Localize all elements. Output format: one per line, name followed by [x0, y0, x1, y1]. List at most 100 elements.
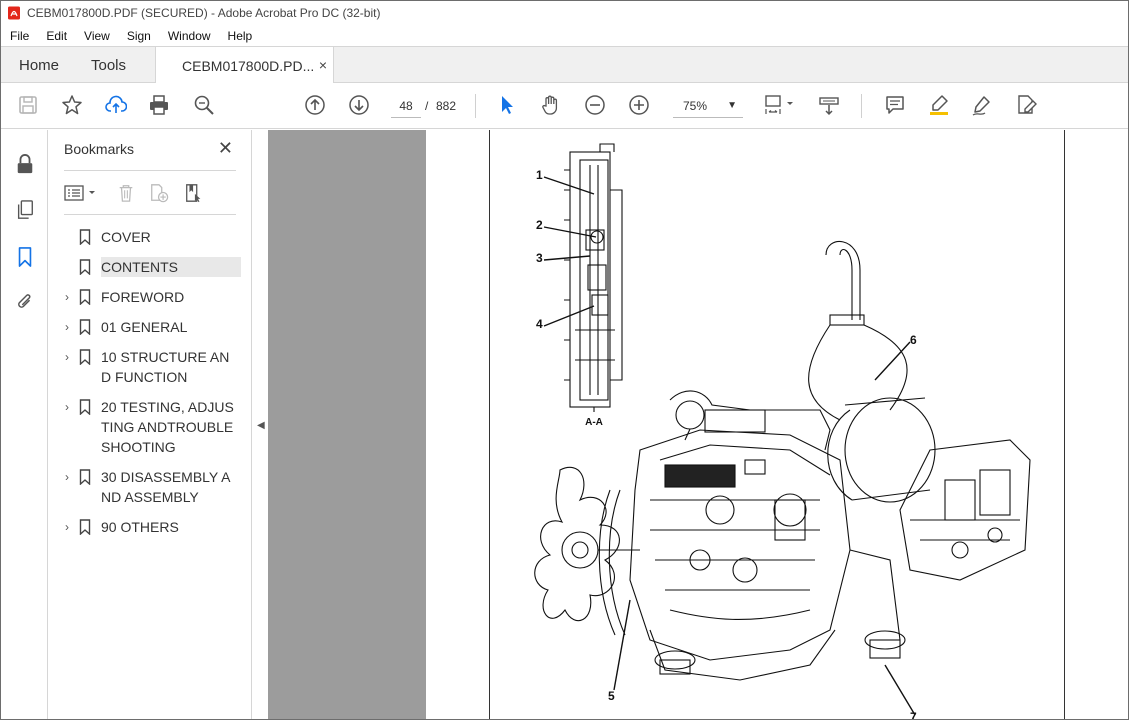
document-view[interactable]: A-A 1 2 3 4 5 6 7 — [268, 130, 1128, 720]
callout-5: 5 — [608, 689, 615, 703]
zoom-out-icon[interactable] — [583, 93, 607, 117]
page-gutter — [268, 130, 426, 719]
hand-icon[interactable] — [539, 93, 563, 117]
expand-chevron-icon[interactable]: › — [60, 467, 74, 487]
tab-document-label: CEBM017800D.PD... — [182, 57, 315, 74]
select-arrow-icon[interactable] — [495, 93, 519, 117]
tab-tools[interactable]: Tools — [91, 47, 126, 83]
bookmark-ribbon-icon — [79, 257, 93, 277]
tab-document[interactable]: CEBM017800D.PD... × — [155, 47, 334, 84]
bookmark-contents[interactable]: › CONTENTS — [49, 252, 251, 282]
page-down-icon[interactable] — [347, 93, 371, 117]
bookmark-01-general[interactable]: › 01 GENERAL — [49, 312, 251, 342]
pdf-page: A-A 1 2 3 4 5 6 7 — [489, 130, 1065, 720]
chevron-down-icon: ▼ — [727, 100, 737, 111]
engine-illustration: A-A — [534, 143, 1031, 716]
window-title: CEBM017800D.PDF (SECURED) - Adobe Acroba… — [27, 6, 381, 20]
page-thumbnails-icon[interactable] — [14, 198, 36, 222]
callout-1: 1 — [536, 168, 543, 182]
close-panel-icon[interactable]: ✕ — [218, 138, 233, 159]
fit-page-icon[interactable] — [763, 93, 797, 117]
fill-sign-icon[interactable] — [1014, 93, 1038, 117]
zoom-select[interactable]: 75% ▼ — [673, 94, 743, 118]
print-icon[interactable] — [147, 93, 171, 117]
tab-bar: Home Tools CEBM017800D.PD... × — [1, 46, 1128, 84]
callout-2: 2 — [536, 218, 543, 232]
bookmark-star-icon[interactable] — [60, 93, 84, 117]
callout-4: 4 — [536, 317, 543, 331]
attachments-icon[interactable] — [14, 290, 36, 314]
section-label: A-A — [585, 417, 603, 428]
acrobat-window: CEBM017800D.PDF (SECURED) - Adobe Acroba… — [0, 0, 1129, 720]
menu-file[interactable]: File — [1, 29, 37, 43]
callout-7: 7 — [910, 710, 917, 720]
expand-chevron-icon[interactable]: › — [60, 347, 74, 367]
zoom-in-icon[interactable] — [627, 93, 651, 117]
current-page-input[interactable]: 48 — [391, 94, 421, 118]
bookmarks-panel-title: Bookmarks — [64, 141, 135, 157]
bookmark-10-structure[interactable]: › 10 STRUCTURE AND FUNCTION — [49, 342, 251, 392]
collapse-panel-icon[interactable]: ◀ — [257, 420, 265, 431]
menu-help[interactable]: Help — [219, 29, 261, 43]
menu-edit[interactable]: Edit — [37, 29, 75, 43]
expand-chevron-icon[interactable]: › — [60, 517, 74, 537]
bookmark-label: COVER — [101, 229, 151, 245]
expand-chevron-icon[interactable]: › — [60, 397, 74, 417]
bookmark-ribbon-icon — [79, 227, 93, 247]
main-toolbar: 48 / 882 75% ▼ — [1, 83, 1128, 129]
menu-view[interactable]: View — [75, 29, 118, 43]
bookmark-label: CONTENTS — [101, 257, 241, 277]
toolbar-divider — [861, 94, 862, 118]
bookmark-ribbon-icon — [79, 317, 93, 337]
menu-bar: File Edit View Sign Window Help — [1, 25, 1128, 46]
save-icon[interactable] — [16, 93, 40, 117]
expand-chevron-icon[interactable]: › — [60, 317, 74, 337]
bookmark-ribbon-icon — [79, 397, 93, 417]
bookmarks-panel: Bookmarks ✕ › COVER › — [49, 130, 251, 719]
callout-6: 6 — [910, 333, 917, 347]
close-tab-icon[interactable]: × — [319, 57, 327, 73]
bookmark-label: 30 DISASSEMBLY AND ASSEMBLY — [101, 469, 231, 505]
bookmark-cover[interactable]: › COVER — [49, 222, 251, 252]
bookmark-label: FOREWORD — [101, 289, 185, 305]
delete-bookmark-icon[interactable] — [114, 180, 138, 206]
bookmark-label: 90 OTHERS — [101, 519, 179, 535]
panel-divider — [64, 170, 236, 171]
bookmark-ribbon-icon — [79, 287, 93, 307]
lock-icon[interactable] — [14, 152, 36, 176]
bookmark-list: › COVER › CONTENTS › FOREWORD › 01 GENER… — [49, 222, 251, 542]
tab-home[interactable]: Home — [19, 47, 59, 83]
bookmarks-icon[interactable] — [14, 245, 36, 269]
bookmark-90-others[interactable]: › 90 OTHERS — [49, 512, 251, 542]
page-separator: / — [425, 99, 429, 113]
upload-icon[interactable] — [104, 93, 128, 117]
find-bookmark-icon[interactable] — [182, 180, 206, 206]
new-bookmark-icon[interactable] — [147, 180, 171, 206]
highlight-icon[interactable] — [927, 93, 951, 117]
bookmark-ribbon-icon — [79, 467, 93, 487]
bookmark-options-icon[interactable] — [64, 180, 100, 206]
page-up-icon[interactable] — [303, 93, 327, 117]
expand-chevron-icon[interactable]: › — [60, 287, 74, 307]
zoom-search-icon[interactable] — [192, 93, 216, 117]
title-bar: CEBM017800D.PDF (SECURED) - Adobe Acroba… — [1, 1, 1128, 25]
comment-icon[interactable] — [883, 93, 907, 117]
bookmark-ribbon-icon — [79, 347, 93, 367]
callout-3: 3 — [536, 251, 543, 265]
bookmark-label: 01 GENERAL — [101, 319, 188, 335]
bookmark-foreword[interactable]: › FOREWORD — [49, 282, 251, 312]
navigation-rail — [1, 130, 48, 719]
menu-sign[interactable]: Sign — [118, 29, 159, 43]
panel-divider — [64, 214, 236, 215]
bookmark-20-testing[interactable]: › 20 TESTING, ADJUSTING ANDTROUBLESHOOTI… — [49, 392, 251, 462]
bookmark-label: 20 TESTING, ADJUSTING ANDTROUBLESHOOTING — [101, 399, 234, 455]
acrobat-app-icon — [7, 6, 21, 20]
bookmark-ribbon-icon — [79, 517, 93, 537]
menu-window[interactable]: Window — [159, 29, 219, 43]
toolbar-divider — [475, 94, 476, 118]
draw-icon[interactable] — [970, 93, 994, 117]
zoom-value: 75% — [683, 98, 708, 113]
scroll-mode-icon[interactable] — [817, 93, 841, 117]
panel-splitter[interactable]: ◀ — [251, 130, 268, 719]
bookmark-30-disassembly[interactable]: › 30 DISASSEMBLY AND ASSEMBLY — [49, 462, 251, 512]
